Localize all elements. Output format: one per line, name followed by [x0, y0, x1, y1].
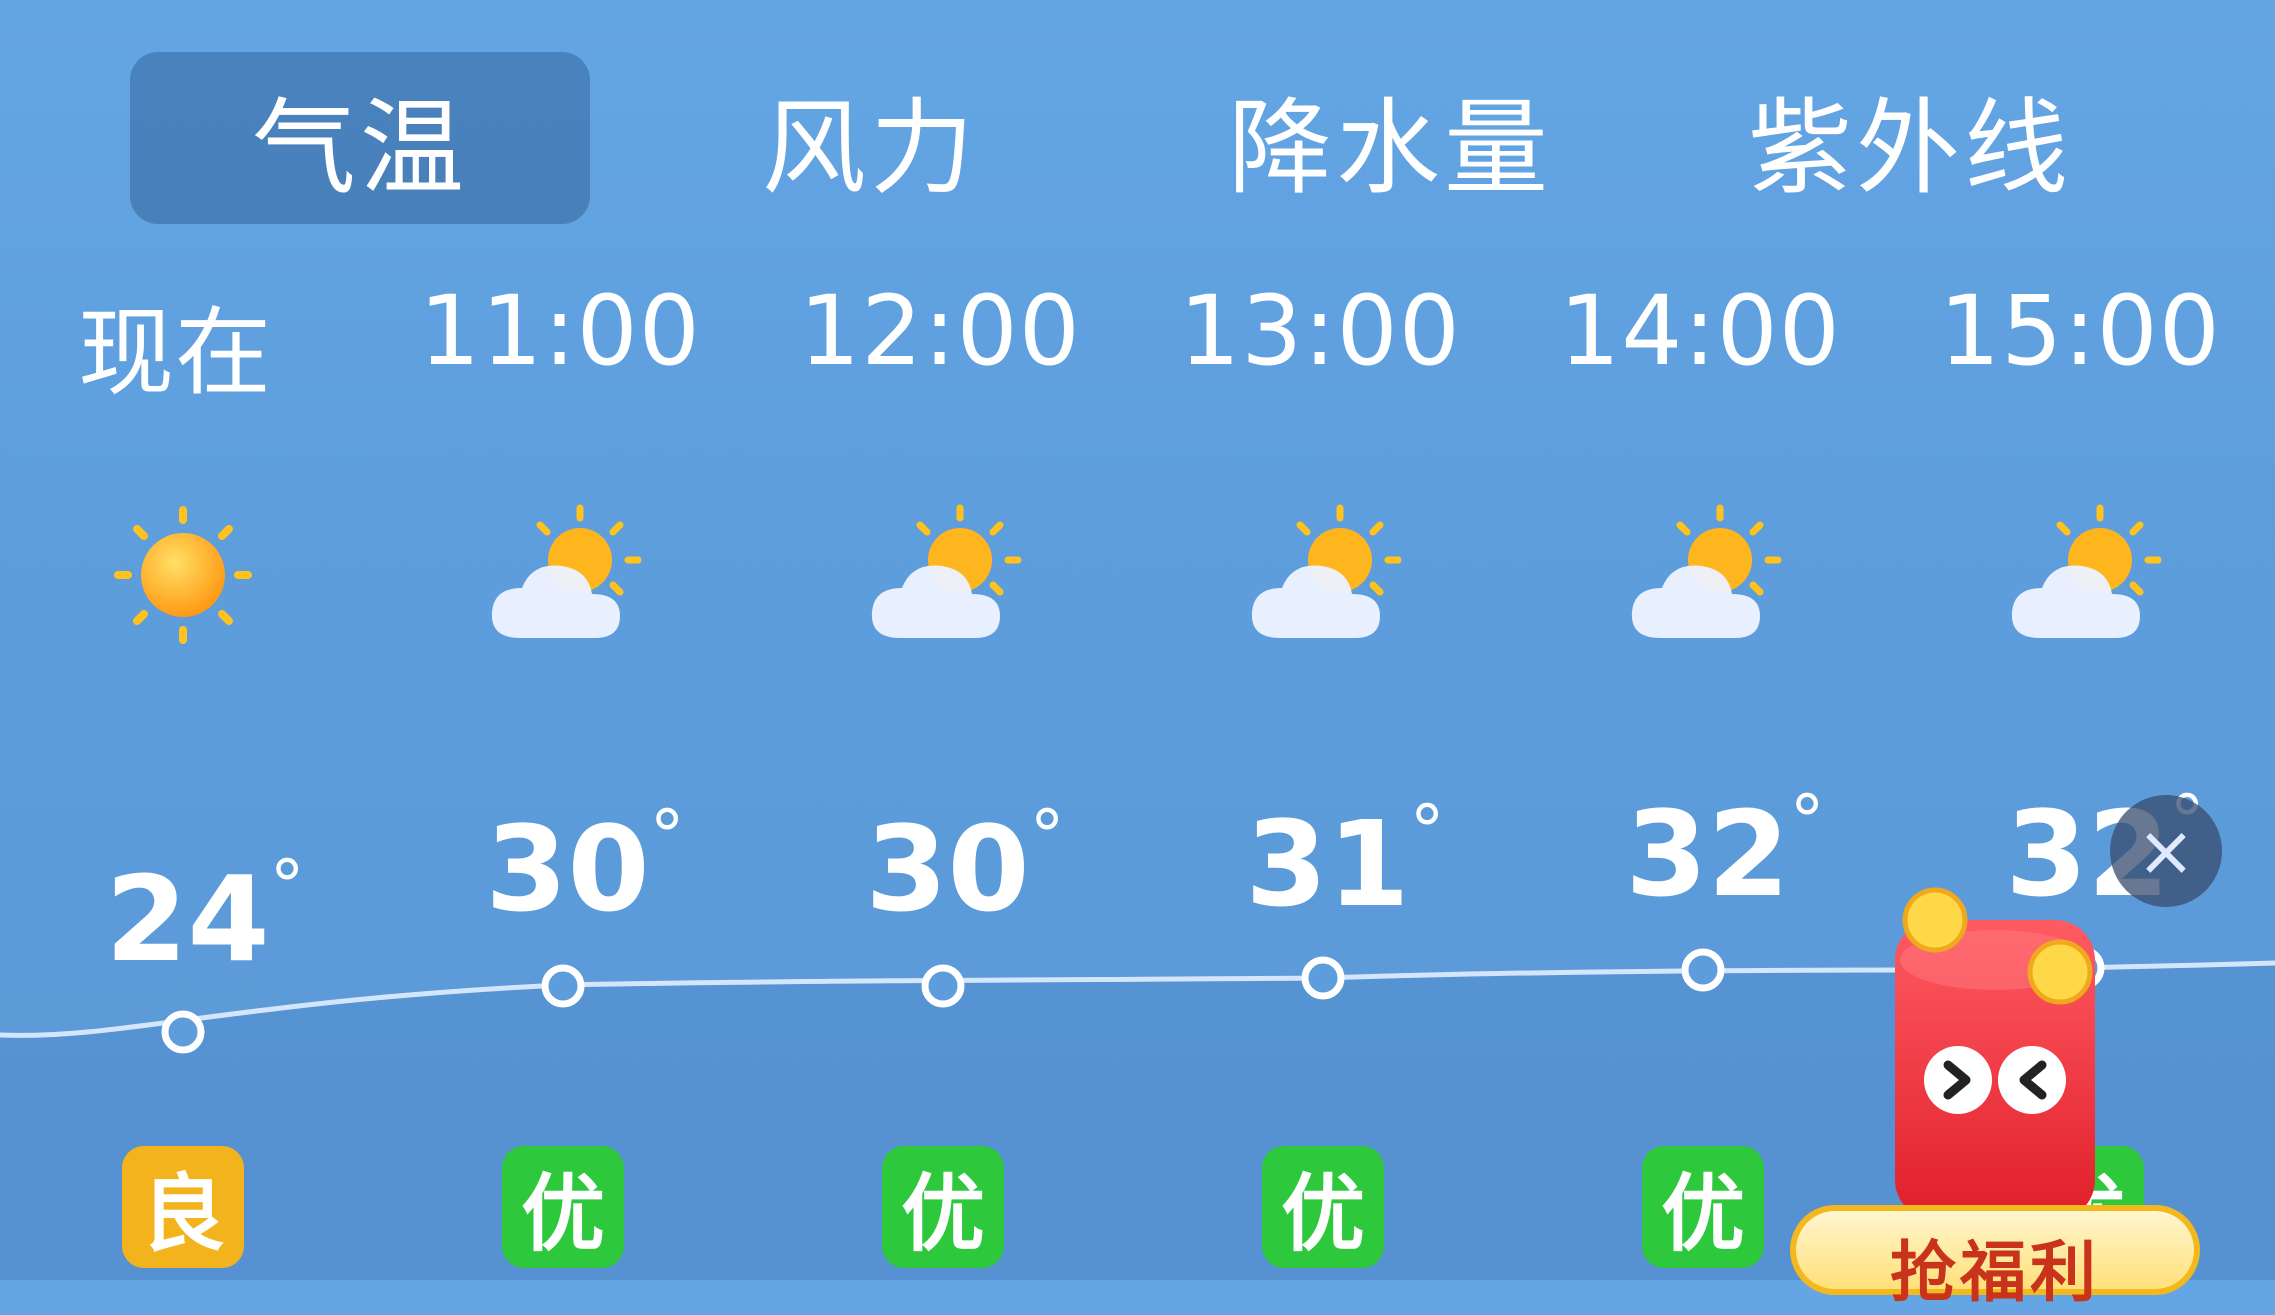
partly-cloudy-icon	[871, 504, 1022, 638]
partly-cloudy-icon	[491, 504, 642, 638]
promo-label-button[interactable]: 抢福利	[1790, 1205, 2200, 1311]
aqi-badge: 良	[122, 1146, 244, 1268]
metric-tabs: 气温 风力 降水量 紫外线	[0, 0, 2275, 230]
aqi-badge: 优	[882, 1146, 1004, 1268]
close-promo-button[interactable]: ×	[2110, 795, 2222, 907]
hour-label: 11:00	[419, 275, 701, 387]
temp-value: 24°	[105, 845, 305, 988]
temp-point	[1681, 948, 1725, 992]
sun-icon	[114, 506, 252, 644]
hour-label-now: 现在	[78, 297, 272, 409]
hour-label: 12:00	[799, 275, 1081, 387]
partly-cloudy-icon	[1251, 504, 1402, 638]
temp-point	[921, 964, 965, 1008]
aqi-badge: 优	[1642, 1146, 1764, 1268]
tab-wind[interactable]: 风力	[640, 52, 1100, 224]
hour-label: 13:00	[1179, 275, 1461, 387]
partly-cloudy-icon	[1631, 504, 1782, 638]
hour-label: 14:00	[1559, 275, 1841, 387]
tab-precipitation[interactable]: 降水量	[1160, 52, 1620, 224]
hour-label: 15:00	[1939, 275, 2221, 387]
temp-point	[541, 964, 585, 1008]
temp-value: 30°	[865, 795, 1065, 938]
aqi-badge: 优	[1262, 1146, 1384, 1268]
temp-point	[161, 1010, 205, 1054]
partly-cloudy-icon	[2011, 504, 2162, 638]
temp-value: 31°	[1245, 790, 1445, 933]
close-icon: ×	[2136, 810, 2196, 892]
tab-temperature[interactable]: 气温	[130, 52, 590, 224]
temp-point	[1301, 956, 1345, 1000]
temp-value: 30°	[485, 795, 685, 938]
tab-uv[interactable]: 紫外线	[1680, 52, 2140, 224]
aqi-badge: 优	[502, 1146, 624, 1268]
